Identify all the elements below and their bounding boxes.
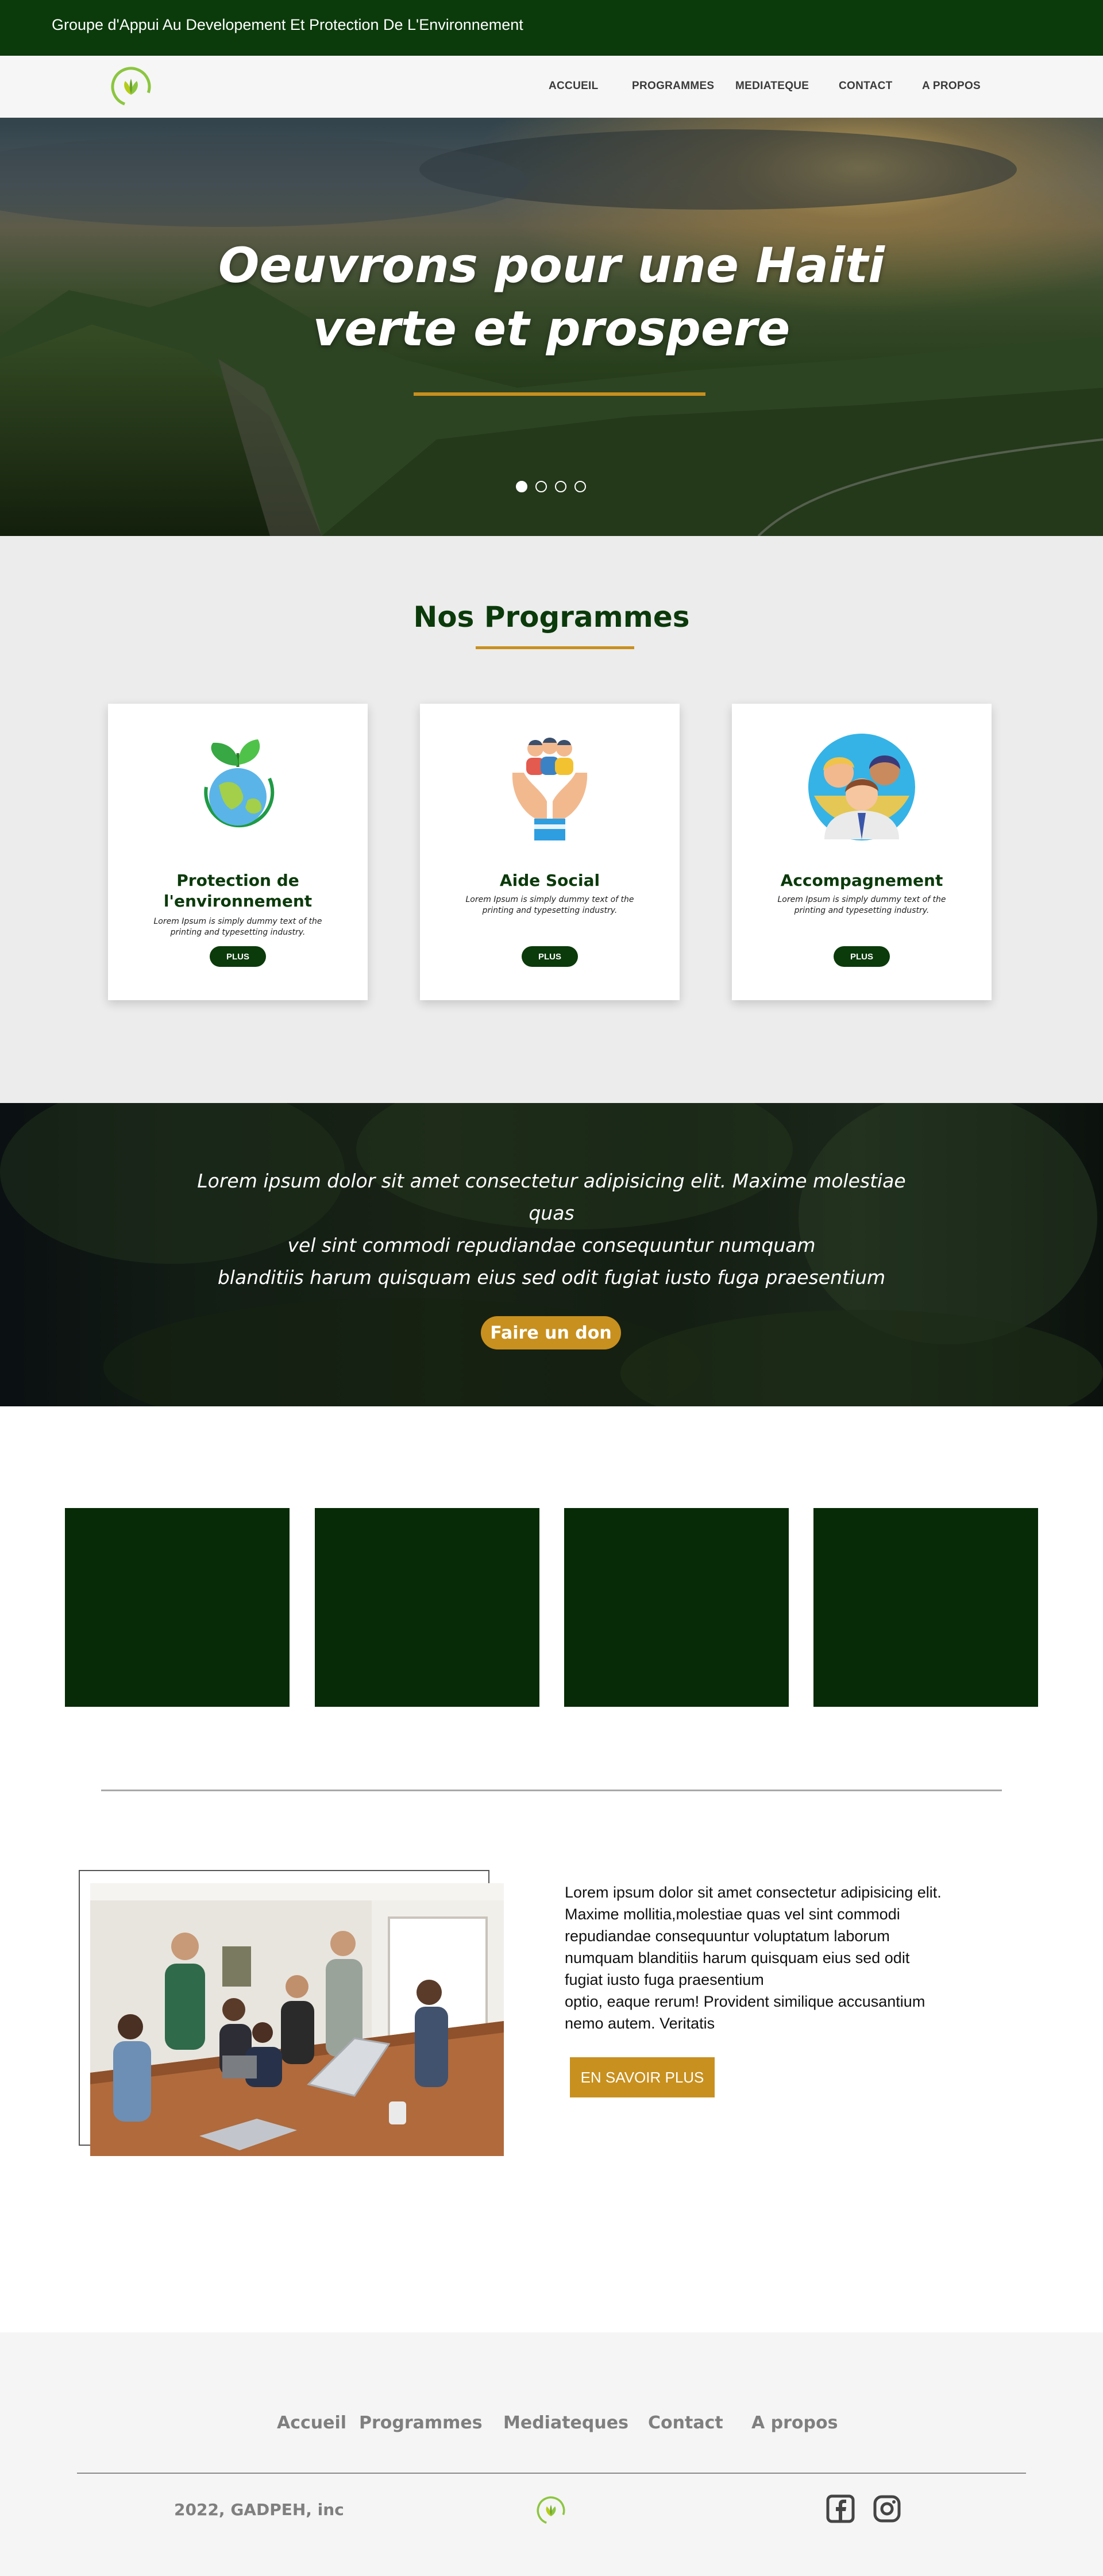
program-card-description: Lorem Ipsum is simply dummy text of the … — [465, 895, 634, 915]
donate-message-line3: blanditiis harum quisquam eius sed odit … — [217, 1266, 886, 1289]
logo-icon[interactable] — [109, 65, 153, 109]
program-card-environment: Protection de l'environnement Lorem Ipsu… — [108, 704, 368, 1000]
footer-link-contact[interactable]: Contact — [648, 2413, 723, 2433]
instagram-icon[interactable] — [873, 2494, 901, 2523]
program-card-description: Lorem Ipsum is simply dummy text of the … — [153, 917, 322, 937]
donate-message: Lorem ipsum dolor sit amet consectetur a… — [172, 1165, 931, 1294]
about-line: Lorem ipsum dolor sit amet consectetur a… — [565, 1884, 942, 1901]
program-plus-button[interactable]: PLUS — [834, 946, 890, 967]
nav-accueil[interactable]: ACCUEIL — [549, 80, 599, 92]
copyright-text: 2022, GADPEH, inc — [174, 2500, 344, 2519]
footer-link-a-propos[interactable]: A propos — [751, 2413, 838, 2433]
about-description: Lorem ipsum dolor sit amet consectetur a… — [565, 1881, 978, 2034]
programs-section: Nos Programmes Protection de l'environne… — [0, 536, 1103, 1103]
section-divider — [101, 1790, 1002, 1791]
logo-icon[interactable] — [535, 2495, 566, 2526]
footer-link-accueil[interactable]: Accueil — [277, 2413, 346, 2433]
footer-divider — [77, 2473, 1026, 2474]
program-plus-button[interactable]: PLUS — [522, 946, 578, 967]
donate-banner: Lorem ipsum dolor sit amet consectetur a… — [0, 1103, 1103, 1406]
donate-message-line2: vel sint commodi repudiandae consequuntu… — [287, 1234, 816, 1256]
nav-mediateque[interactable]: MEDIATEQUE — [735, 80, 809, 92]
organization-name: Groupe d'Appui Au Developement Et Protec… — [52, 16, 523, 33]
facebook-icon[interactable] — [826, 2494, 855, 2523]
program-card-title: Aide Social — [499, 871, 600, 890]
gallery-tile[interactable] — [315, 1508, 539, 1707]
earth-leaf-icon — [204, 739, 275, 828]
donate-button[interactable]: Faire un don — [481, 1316, 621, 1349]
about-line: optio, eaque rerum! Provident similique … — [565, 1993, 925, 2010]
programs-underline — [476, 646, 634, 649]
learn-more-button[interactable]: EN SAVOIR PLUS — [570, 2057, 715, 2097]
footer: Accueil Programmes Mediateques Contact A… — [0, 2332, 1103, 2576]
program-card-description: Lorem Ipsum is simply dummy text of the … — [777, 895, 946, 915]
nav-a-propos[interactable]: A PROPOS — [922, 80, 981, 92]
about-line: nemo autem. Veritatis — [565, 2015, 715, 2032]
gallery-tile[interactable] — [813, 1508, 1038, 1707]
slider-dot-2[interactable] — [535, 481, 547, 492]
slider-dot-1[interactable] — [516, 481, 527, 492]
program-card-accompaniment: Accompagnement Lorem Ipsum is simply dum… — [732, 704, 992, 1000]
about-line: Maxime mollitia,molestiae quas vel sint … — [565, 1906, 900, 1923]
programs-title: Nos Programmes — [413, 600, 690, 634]
program-card-title-line1: Protection de — [176, 871, 299, 890]
about-line: numquam blanditiis harum quisquam eius s… — [565, 1949, 910, 1966]
footer-link-mediateques[interactable]: Mediateques — [503, 2413, 628, 2433]
slider-dot-4[interactable] — [574, 481, 586, 492]
hero-underline — [414, 392, 705, 396]
footer-link-programmes[interactable]: Programmes — [359, 2413, 483, 2433]
program-card-title: Accompagnement — [780, 871, 943, 890]
hero-title-line2: verte et prospere — [313, 300, 790, 357]
about-line: repudiandae consequuntur voluptatum labo… — [565, 1927, 890, 1945]
gallery-tile[interactable] — [564, 1508, 789, 1707]
nav-contact[interactable]: CONTACT — [839, 80, 893, 92]
main-navigation: ACCUEIL PROGRAMMES MEDIATEQUE CONTACT A … — [0, 56, 1103, 118]
program-card-social: Aide Social Lorem Ipsum is simply dummy … — [420, 704, 680, 1000]
hero-title-line1: Oeuvrons pour une Haiti — [218, 237, 885, 294]
about-line: fugiat iusto fuga praesentium — [565, 1971, 764, 1988]
slider-dot-3[interactable] — [555, 481, 566, 492]
hands-people-icon — [512, 738, 588, 840]
top-bar: Groupe d'Appui Au Developement Et Protec… — [0, 0, 1103, 56]
gallery-tile[interactable] — [65, 1508, 290, 1707]
program-plus-button[interactable]: PLUS — [210, 946, 266, 967]
people-group-icon — [808, 734, 915, 840]
team-photo — [90, 1883, 504, 2156]
program-card-title-line2: l'environnement — [163, 892, 313, 911]
hero-slider: Oeuvrons pour une Haiti verte et prosper… — [0, 118, 1103, 536]
nav-programmes[interactable]: PROGRAMMES — [632, 80, 714, 92]
donate-message-line1: Lorem ipsum dolor sit amet consectetur a… — [197, 1170, 906, 1224]
